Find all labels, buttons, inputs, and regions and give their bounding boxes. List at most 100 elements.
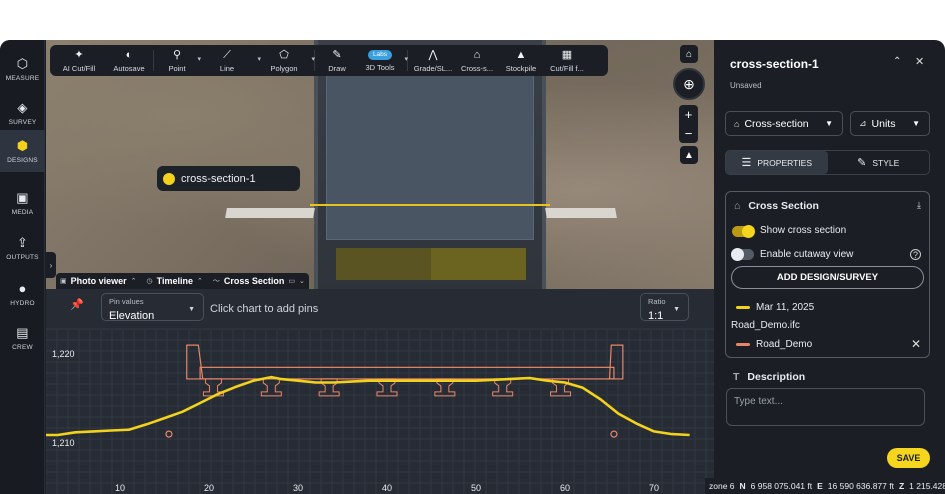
ifc-file-label: Road_Demo.ifc — [731, 320, 800, 331]
tab-style[interactable]: ✎ STYLE — [828, 151, 930, 174]
grade-slope-tool[interactable]: ⋀ Grade/SL... — [411, 45, 455, 76]
tab-photo-viewer[interactable]: ▣ Photo viewer ⌃ — [60, 276, 137, 286]
chevron-up-icon[interactable]: ⌃ — [893, 56, 901, 67]
cross-section-icon: ⌂ — [734, 118, 740, 129]
coordinate-status-bar: zone 6 N6 958 075.041 ft E 16 590 636.877… — [705, 478, 945, 494]
app-window: ⬡ MEASURE ◈ SURVEY ⬢ DESIGNS ▣ MEDIA ⇪ OUTPUT… — [0, 40, 945, 494]
home-icon: ⌂ — [685, 48, 693, 60]
line-tool[interactable]: ⟋ Line ▾ — [197, 45, 261, 76]
toggle-knob — [742, 225, 755, 238]
bridge-girder — [260, 378, 282, 397]
mountain-icon: ▲ — [515, 48, 527, 61]
nav-hydro[interactable]: ● HYDRO — [0, 273, 45, 315]
autosave-toggle[interactable]: ◐ Autosave — [108, 45, 150, 76]
dataset-item[interactable]: Mar 11, 2025 — [736, 302, 814, 313]
x-tick-label: 10 — [115, 483, 126, 493]
dataset-item[interactable]: Road_Demo — [736, 339, 812, 350]
home-button[interactable]: ⌂ — [680, 45, 698, 63]
collapse-handle[interactable]: › — [46, 252, 56, 278]
pencil-icon: ✎ — [332, 48, 342, 61]
tab-cross-section[interactable]: 〜 Cross Section ▭ ⌄ — [213, 276, 305, 286]
close-icon[interactable]: ✕ — [915, 55, 924, 68]
ruler-icon: ⊿ — [859, 118, 867, 128]
compass-control[interactable]: ⊕ — [673, 68, 705, 100]
map-view[interactable] — [46, 40, 714, 290]
nav-measure[interactable]: ⬡ MEASURE — [0, 48, 45, 90]
point-tool[interactable]: ⚲ Point ▾ — [157, 45, 201, 76]
image-icon: ▣ — [60, 278, 67, 285]
help-icon[interactable]: ? — [910, 249, 921, 260]
line-icon: ⟋ — [223, 48, 231, 61]
stockpile-tool[interactable]: ▲ Stockpile — [499, 45, 543, 76]
nav-survey[interactable]: ◈ SURVEY — [0, 92, 45, 134]
type-dropdown[interactable]: ⌂ Cross-section ▼ — [725, 111, 843, 136]
show-cross-section-toggle[interactable] — [732, 225, 755, 238]
ratio-select[interactable]: Ratio 1:1 ▼ — [640, 293, 689, 322]
pin-icon[interactable]: 📌 — [70, 298, 84, 312]
nav-designs[interactable]: ⬢ DESIGNS — [0, 130, 45, 172]
chevron-down-icon[interactable]: ⌄ — [299, 277, 305, 285]
x-tick-label: 50 — [471, 483, 482, 493]
enable-cutaway-label: Enable cutaway view — [760, 249, 854, 260]
basemap-button[interactable]: ▲ — [680, 146, 698, 164]
panel-tabs: ☰ PROPERTIES ✎ STYLE — [725, 150, 930, 175]
chevron-down-icon[interactable]: ▾ — [404, 55, 408, 63]
bridge-deck — [326, 70, 534, 240]
polygon-tool[interactable]: ⬠ Polygon ▾ — [257, 45, 315, 76]
panel-subtitle: Unsaved — [730, 81, 762, 90]
x-tick-label: 20 — [204, 483, 215, 493]
bridge-girder — [492, 378, 514, 397]
chevron-up-icon: ⌃ — [196, 278, 203, 285]
cross-section-tool[interactable]: ⌂ Cross-s... — [455, 45, 499, 76]
tab-properties[interactable]: ☰ PROPERTIES — [726, 151, 828, 174]
nav-outputs[interactable]: ⇪ OUTPUTS — [0, 227, 45, 269]
zoom-controls: + − — [679, 105, 698, 143]
x-tick-label: 70 — [649, 483, 660, 493]
cross-section-card: ⌂ Cross Section ⤓ Show cross section Ena… — [725, 191, 930, 358]
description-input[interactable] — [726, 388, 925, 426]
y-tick-label: 1,210 — [52, 438, 75, 448]
bottom-panel-tabs: ▣ Photo viewer ⌃ ◷ Timeline ⌃ 〜 Cross Section… — [56, 273, 309, 289]
upload-icon: ⇪ — [16, 234, 29, 250]
color-swatch — [736, 306, 750, 309]
description-header: T Description — [733, 371, 806, 383]
download-icon[interactable]: ⤓ — [917, 200, 921, 211]
panel-title[interactable]: cross-section-1 — [730, 57, 819, 71]
enable-cutaway-toggle[interactable] — [731, 248, 754, 261]
profile-marker — [610, 430, 618, 438]
chevron-down-icon: ▼ — [188, 306, 195, 313]
brush-icon: ✎ — [857, 157, 867, 169]
remove-dataset-icon[interactable]: ✕ — [911, 337, 921, 351]
yellow-dot-icon — [163, 172, 175, 185]
tablet-icon: ▤ — [16, 324, 29, 340]
pin-values-select[interactable]: Pin values Elevation ▼ — [101, 293, 204, 322]
road-pad-right — [545, 208, 617, 218]
cross-section-map-label[interactable]: cross-section-1 — [157, 166, 300, 191]
clock-icon: ◷ — [146, 278, 153, 285]
properties-panel: cross-section-1 Unsaved ⌃ ✕ ⌂ Cross-sect… — [715, 43, 941, 475]
ai-cut-fill-button[interactable]: ✦ AI Cut/Fill — [50, 45, 108, 76]
save-button[interactable]: SAVE — [887, 448, 930, 468]
3d-tools-button[interactable]: Labs 3D Tools ▾ — [356, 45, 408, 76]
zoom-in-button[interactable]: + — [685, 107, 693, 122]
cut-fill-tool[interactable]: ▦ Cut/Fill f... — [543, 45, 591, 76]
compass-draw-icon: ⋀ — [428, 48, 438, 61]
globe-icon: ⊕ — [683, 75, 695, 92]
polygon-icon: ⬠ — [279, 48, 289, 61]
add-design-survey-button[interactable]: ADD DESIGN/SURVEY — [731, 266, 924, 289]
zoom-out-button[interactable]: − — [685, 126, 693, 141]
nav-crew[interactable]: ▤ CREW — [0, 317, 45, 359]
cube-icon: ⬢ — [16, 137, 29, 153]
sparkle-icon: ✦ — [74, 48, 84, 61]
chevron-down-icon: ▼ — [825, 119, 833, 128]
pin-icon: ⚲ — [172, 48, 182, 61]
nav-media[interactable]: ▣ MEDIA — [0, 182, 45, 224]
window-icon[interactable]: ▭ — [288, 277, 295, 285]
draw-tool[interactable]: ✎ Draw — [318, 45, 356, 76]
tab-timeline[interactable]: ◷ Timeline ⌃ — [147, 276, 203, 286]
chevron-down-icon[interactable]: ▾ — [311, 55, 315, 63]
color-swatch — [736, 343, 750, 346]
cross-section-line[interactable] — [310, 204, 550, 206]
x-tick-label: 30 — [293, 483, 304, 493]
units-dropdown[interactable]: ⊿ Units ▼ — [850, 111, 930, 136]
